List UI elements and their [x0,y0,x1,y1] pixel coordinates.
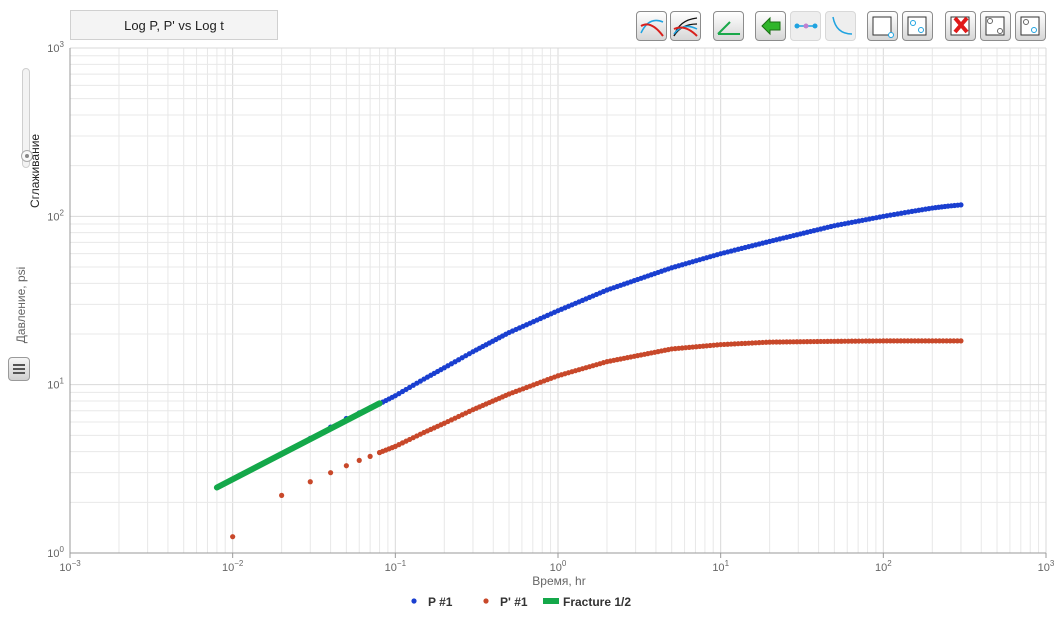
data-point-series-2 [356,457,362,463]
y-tick-label: 101 [47,377,64,392]
y-tick-label: 100 [47,545,64,560]
series-layer [213,202,964,540]
x-tick-label: 10−2 [222,559,244,574]
y-tick-label: 102 [47,208,64,223]
x-tick-label: 101 [712,559,729,574]
data-point-series-2 [230,534,236,540]
data-point-series-2 [367,453,373,459]
series-line-fracture [213,400,383,491]
data-point-series-2 [279,492,285,498]
data-point-series-2 [307,479,313,485]
x-tick-label: 100 [550,559,567,574]
legend-label-3[interactable]: Fracture 1/2 [563,595,631,609]
legend-swatch [483,598,489,604]
legend-label-1[interactable]: P #1 [428,595,453,609]
x-tick-label: 103 [1038,559,1054,574]
x-axis-title: Время, hr [532,574,585,588]
x-tick-label: 10−1 [385,559,407,574]
y-axis-title: Давление, psi [14,267,28,344]
data-point-series-2 [958,338,964,344]
legend-swatch [543,598,559,604]
grid [69,47,1047,554]
y-tick-label: 103 [47,40,64,55]
chart-area: 10−3 10−2 10−1 100 101 102 103 100 101 102 103 Дав… [14,40,1054,609]
x-tick-label: 102 [875,559,892,574]
data-point-series-2 [328,470,334,476]
x-tick-label: 10−3 [59,559,81,574]
legend-label-2[interactable]: P' #1 [500,595,528,609]
data-point-series-2 [343,463,349,469]
legend-swatch [411,598,417,604]
legend: P #1 P' #1 Fracture 1/2 [411,595,631,609]
data-point-series-1 [958,202,964,208]
